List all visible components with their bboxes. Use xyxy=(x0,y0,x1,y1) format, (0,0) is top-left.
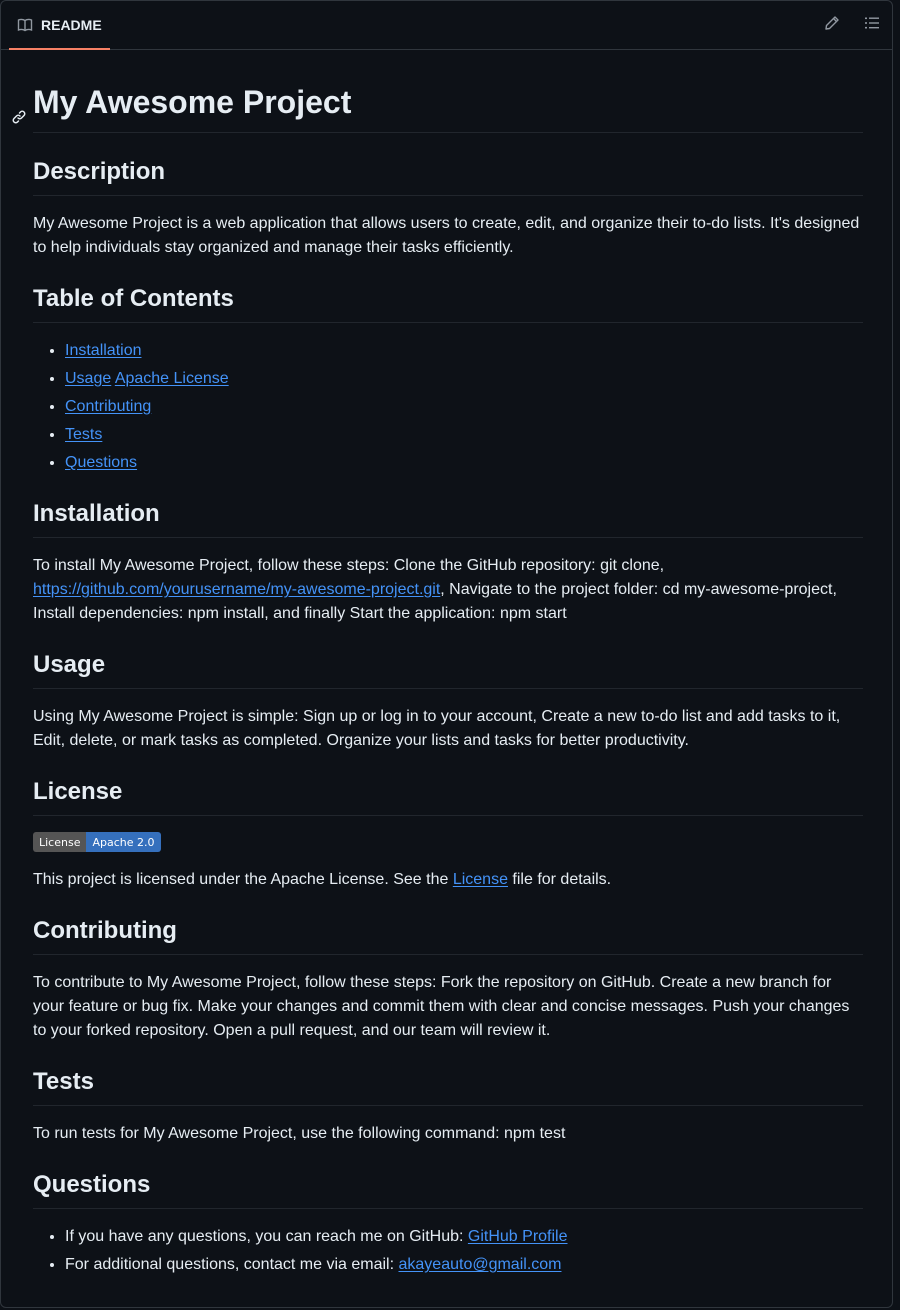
readme-header: README xyxy=(1,1,892,50)
contributing-text: To contribute to My Awesome Project, fol… xyxy=(33,974,850,1039)
heading-usage: Usage xyxy=(33,626,863,689)
page-title: My Awesome Project xyxy=(12,51,863,133)
edit-file-button[interactable] xyxy=(820,14,844,38)
tests-text: To run tests for My Awesome Project, use… xyxy=(33,1125,566,1142)
usage-text: Using My Awesome Project is simple: Sign… xyxy=(33,708,841,749)
installation-text-before: To install My Awesome Project, follow th… xyxy=(33,557,665,574)
toc-item: Contributing xyxy=(65,395,863,419)
questions-email-text: For additional questions, contact me via… xyxy=(65,1256,399,1273)
license-text-after: file for details. xyxy=(507,871,612,888)
book-icon xyxy=(17,17,33,33)
tab-readme-label: README xyxy=(41,16,102,33)
heading-contributing: Contributing xyxy=(33,892,863,955)
toc-link-usage[interactable]: Usage xyxy=(65,370,111,387)
toc-link-apache-license[interactable]: Apache License xyxy=(115,370,229,387)
toc-link-contributing[interactable]: Contributing xyxy=(65,398,151,415)
link-icon[interactable] xyxy=(11,94,27,124)
tab-readme[interactable]: README xyxy=(9,1,110,50)
heading-description: Description xyxy=(33,133,863,196)
toc-list: Installation Usage Apache License Contri… xyxy=(33,339,863,475)
heading-questions: Questions xyxy=(33,1146,863,1209)
list-item: For additional questions, contact me via… xyxy=(65,1253,863,1277)
readme-content: My Awesome Project Description My Awesom… xyxy=(12,51,863,1277)
license-text: This project is licensed under the Apach… xyxy=(33,868,863,892)
toc-item: Tests xyxy=(65,423,863,447)
questions-list: If you have any questions, you can reach… xyxy=(33,1225,863,1277)
readme-panel: README My Awesome Project Description My… xyxy=(0,0,893,1308)
heading-tests: Tests xyxy=(33,1043,863,1106)
installation-text: To install My Awesome Project, follow th… xyxy=(33,554,863,626)
repo-link[interactable]: https://github.com/yourusername/my-aweso… xyxy=(33,581,440,598)
toc-link-tests[interactable]: Tests xyxy=(65,426,102,443)
github-profile-link[interactable]: GitHub Profile xyxy=(468,1228,568,1245)
description-text: My Awesome Project is a web application … xyxy=(33,215,860,256)
license-file-link[interactable]: License xyxy=(453,871,508,888)
toc-item: Questions xyxy=(65,451,863,475)
outline-button[interactable] xyxy=(860,14,884,38)
heading-table-of-contents: Table of Contents xyxy=(33,260,863,323)
heading-license: License xyxy=(33,753,863,816)
license-badge-label: License xyxy=(33,832,87,852)
heading-installation: Installation xyxy=(33,475,863,538)
license-badge-value: Apache 2.0 xyxy=(86,832,161,852)
license-text-before: This project is licensed under the Apach… xyxy=(33,871,453,888)
page-title-text: My Awesome Project xyxy=(33,84,352,120)
toc-item: Usage Apache License xyxy=(65,367,863,391)
toc-item: Installation xyxy=(65,339,863,363)
toc-link-questions[interactable]: Questions xyxy=(65,454,137,471)
license-badge[interactable]: License Apache 2.0 xyxy=(33,832,161,852)
email-link[interactable]: akayeauto@gmail.com xyxy=(399,1256,562,1273)
questions-github-text: If you have any questions, you can reach… xyxy=(65,1228,468,1245)
pencil-icon xyxy=(824,15,840,36)
toc-link-installation[interactable]: Installation xyxy=(65,342,142,359)
list-item: If you have any questions, you can reach… xyxy=(65,1225,863,1249)
list-unordered-icon xyxy=(864,15,880,36)
